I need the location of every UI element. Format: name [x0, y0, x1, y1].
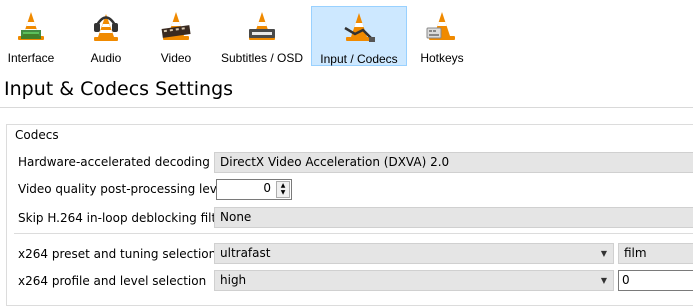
tab-subtitles-osd[interactable]: Subtitles / OSD: [214, 6, 310, 66]
tab-hotkeys-label: Hotkeys: [420, 51, 464, 65]
hw-decoding-value: DirectX Video Acceleration (DXVA) 2.0: [220, 155, 450, 169]
skip-h264-combo[interactable]: None: [214, 207, 693, 228]
x264-level-value: 0: [622, 273, 630, 287]
film-cone-icon: [158, 9, 194, 45]
x264-tune-combo[interactable]: film: [618, 243, 693, 264]
cable-cone-icon: [341, 10, 377, 46]
title-divider: [0, 107, 693, 108]
skip-h264-label: Skip H.264 in-loop deblocking filter: [18, 211, 229, 225]
page-title: Input & Codecs Settings: [4, 78, 234, 100]
x264-profile-label: x264 profile and level selection: [18, 274, 207, 288]
tab-input-codecs-label: Input / Codecs: [320, 52, 398, 66]
subtitles-cone-icon: [244, 9, 280, 45]
postproc-label: Video quality post-processing level: [18, 182, 228, 196]
hw-decoding-label: Hardware-accelerated decoding: [18, 155, 210, 169]
x264-profile-combo[interactable]: high ▼: [214, 270, 614, 291]
x264-profile-value: high: [220, 273, 247, 287]
x264-tune-value: film: [624, 246, 647, 260]
postproc-value: 0: [263, 181, 271, 195]
spin-down-icon[interactable]: ▼: [277, 189, 289, 196]
x264-preset-value: ultrafast: [220, 246, 271, 260]
skip-h264-value: None: [220, 210, 252, 224]
interface-cone-icon: [13, 9, 49, 45]
tab-video-label: Video: [160, 51, 192, 65]
tab-interface-label: Interface: [7, 51, 55, 65]
postproc-stepper[interactable]: ▲ ▼: [276, 181, 290, 198]
tab-audio-label: Audio: [90, 51, 122, 65]
chevron-down-icon: ▼: [600, 276, 607, 285]
spin-up-icon[interactable]: ▲: [277, 182, 289, 189]
tab-input-codecs[interactable]: Input / Codecs: [311, 6, 407, 66]
codecs-group-title: Codecs: [14, 128, 60, 142]
x264-preset-label: x264 preset and tuning selection: [18, 247, 217, 261]
hotkeys-cone-icon: [424, 9, 460, 45]
x264-preset-combo[interactable]: ultrafast ▼: [214, 243, 614, 264]
headphones-cone-icon: [88, 9, 124, 45]
tab-audio[interactable]: Audio: [80, 6, 132, 66]
hw-decoding-combo[interactable]: DirectX Video Acceleration (DXVA) 2.0: [214, 152, 693, 173]
tab-interface[interactable]: Interface: [0, 6, 62, 66]
postproc-spinbox[interactable]: 0 ▲ ▼: [216, 179, 292, 200]
x264-level-input[interactable]: 0: [618, 270, 693, 291]
tab-subtitles-osd-label: Subtitles / OSD: [220, 51, 304, 65]
preferences-toolbar: Interface Audio Video Subtitles / OSD In…: [0, 0, 693, 68]
chevron-down-icon: ▼: [600, 249, 607, 258]
tab-hotkeys[interactable]: Hotkeys: [414, 6, 470, 66]
codecs-separator: [14, 233, 693, 234]
tab-video[interactable]: Video: [148, 6, 204, 66]
